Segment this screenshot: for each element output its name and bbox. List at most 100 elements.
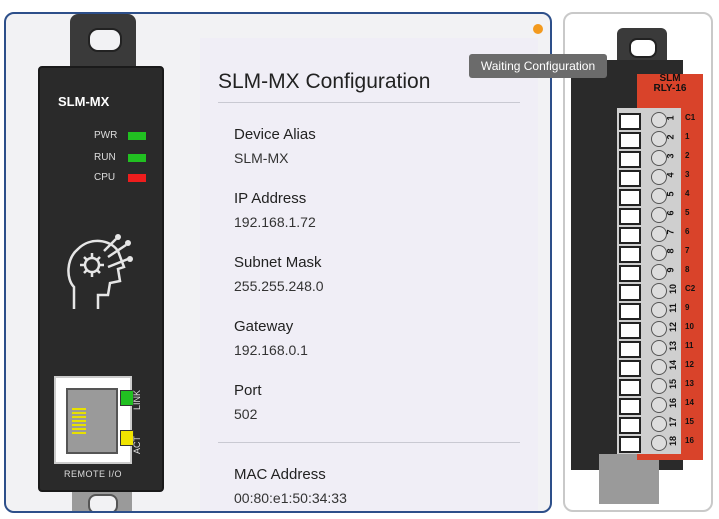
channel-label: 6 bbox=[685, 227, 690, 236]
channel-label: 2 bbox=[685, 151, 690, 160]
terminal-row: 98 bbox=[619, 262, 711, 282]
terminal-number: 13 bbox=[668, 340, 679, 352]
terminal-row: 13 11 bbox=[619, 338, 711, 358]
terminal-row: 16 14 bbox=[619, 395, 711, 415]
screw-icon bbox=[651, 378, 667, 394]
terminal-number: 6 bbox=[665, 210, 676, 216]
channel-label: C1 bbox=[685, 113, 696, 122]
ethernet-port bbox=[54, 376, 134, 464]
terminal-number: 5 bbox=[665, 191, 676, 197]
terminal-row: 10 C2 bbox=[619, 281, 711, 301]
device-panel: SLM-MX PWR RUN CPU LINK ACT REMOTE I/O S… bbox=[4, 12, 552, 513]
screw-icon bbox=[651, 435, 667, 451]
run-led bbox=[128, 154, 146, 162]
terminal-slot bbox=[619, 341, 641, 358]
terminal-slot bbox=[619, 417, 641, 434]
channel-label: 5 bbox=[685, 208, 690, 217]
title-divider bbox=[218, 102, 520, 103]
terminal-number: 8 bbox=[665, 248, 676, 254]
terminal-slot bbox=[619, 227, 641, 244]
slm-mx-device-image: SLM-MX PWR RUN CPU LINK ACT REMOTE I/O bbox=[34, 14, 174, 511]
terminal-number: 16 bbox=[668, 397, 679, 409]
rj45-jack-icon bbox=[66, 388, 118, 454]
terminal-slot bbox=[619, 360, 641, 377]
terminal-row: 14 12 bbox=[619, 357, 711, 377]
port-label: Port bbox=[234, 382, 262, 399]
subnet-mask-label: Subnet Mask bbox=[234, 254, 322, 271]
screw-icon bbox=[651, 340, 667, 356]
channel-label: 11 bbox=[685, 341, 694, 350]
device-alias-label: Device Alias bbox=[234, 126, 316, 143]
terminal-number: 17 bbox=[668, 416, 679, 428]
section-divider bbox=[218, 442, 520, 443]
led-label-run: RUN bbox=[94, 152, 116, 163]
terminal-slot bbox=[619, 265, 641, 282]
terminal-number: 18 bbox=[668, 435, 679, 447]
led-label-pwr: PWR bbox=[94, 130, 118, 141]
mac-address-value: 00:80:e1:50:34:33 bbox=[234, 490, 347, 506]
terminal-slot bbox=[619, 379, 641, 396]
ip-address-value: 192.168.1.72 bbox=[234, 214, 316, 230]
terminal-row: 17 15 bbox=[619, 414, 711, 434]
relay-module-panel[interactable]: SLM RLY-16 1 C1 2 1 3 2 4 3 5 4 6 5 7 6 8 7 9 8 10 C2 11 9 12 1… bbox=[563, 12, 713, 512]
channel-label: C2 bbox=[685, 284, 696, 293]
channel-label: 10 bbox=[685, 322, 694, 331]
terminal-row: 12 10 bbox=[619, 319, 711, 339]
screw-icon bbox=[651, 416, 667, 432]
config-title: SLM-MX Configuration bbox=[218, 70, 431, 93]
mac-address-label: MAC Address bbox=[234, 466, 326, 483]
ip-address-label: IP Address bbox=[234, 190, 307, 207]
device-alias-value: SLM-MX bbox=[234, 150, 289, 166]
terminal-number: 7 bbox=[665, 229, 676, 235]
terminal-row: 87 bbox=[619, 243, 711, 263]
terminal-row: 18 16 bbox=[619, 433, 711, 453]
screw-icon bbox=[651, 302, 667, 318]
gateway-label: Gateway bbox=[234, 318, 294, 335]
port-value: 502 bbox=[234, 406, 258, 422]
remote-io-label: REMOTE I/O bbox=[64, 469, 123, 479]
status-indicator-dot[interactable] bbox=[533, 24, 543, 34]
screw-icon bbox=[651, 283, 667, 299]
terminal-slot bbox=[619, 208, 641, 225]
relay-model: RLY-16 bbox=[653, 83, 687, 94]
channel-label: 13 bbox=[685, 379, 694, 388]
terminal-number: 10 bbox=[668, 283, 679, 295]
terminal-number: 14 bbox=[668, 359, 679, 371]
terminal-slot bbox=[619, 303, 641, 320]
channel-label: 15 bbox=[685, 417, 694, 426]
channel-label: 4 bbox=[685, 189, 690, 198]
terminal-slot bbox=[619, 284, 641, 301]
terminal-slot bbox=[619, 322, 641, 339]
screw-icon bbox=[651, 321, 667, 337]
channel-label: 3 bbox=[685, 170, 690, 179]
ai-head-icon bbox=[67, 234, 133, 309]
terminal-number: 11 bbox=[667, 303, 678, 313]
cpu-led bbox=[128, 174, 146, 182]
terminal-slot bbox=[619, 246, 641, 263]
terminal-row: 21 bbox=[619, 129, 711, 149]
relay-brand: SLM RLY-16 bbox=[637, 74, 703, 94]
screw-icon bbox=[651, 397, 667, 413]
channel-label: 14 bbox=[685, 398, 694, 407]
terminal-number: 2 bbox=[665, 134, 676, 140]
terminal-slot bbox=[619, 170, 641, 187]
channel-label: 1 bbox=[685, 132, 690, 141]
terminal-number: 1 bbox=[665, 115, 676, 121]
terminal-row: 32 bbox=[619, 148, 711, 168]
pwr-led bbox=[128, 132, 146, 140]
act-label: ACT bbox=[132, 436, 142, 454]
terminal-row: 11 9 bbox=[619, 300, 711, 320]
terminal-row: 65 bbox=[619, 205, 711, 225]
subnet-mask-value: 255.255.248.0 bbox=[234, 278, 324, 294]
mount-tab-top bbox=[70, 14, 136, 72]
terminal-slot bbox=[619, 189, 641, 206]
terminal-number: 4 bbox=[665, 172, 676, 178]
configuration-card: SLM-MX Configuration Device Alias SLM-MX… bbox=[200, 38, 538, 511]
relay-mount-tab-bottom bbox=[599, 454, 659, 504]
terminal-slot bbox=[619, 436, 641, 453]
status-tooltip: Waiting Configuration bbox=[469, 54, 607, 78]
terminal-slot bbox=[619, 113, 641, 130]
terminal-slot bbox=[619, 132, 641, 149]
terminal-row: 15 13 bbox=[619, 376, 711, 396]
link-label: LINK bbox=[132, 389, 142, 410]
